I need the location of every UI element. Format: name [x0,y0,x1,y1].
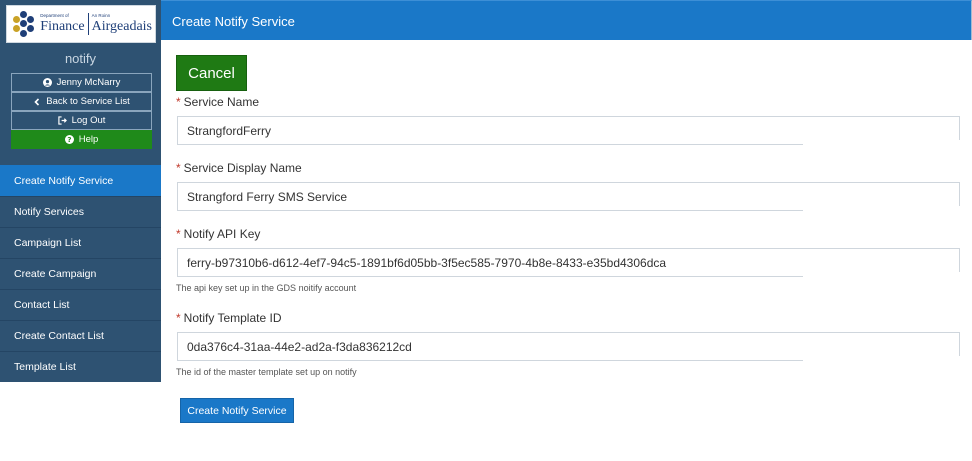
cancel-button[interactable]: Cancel [176,55,247,91]
template-id-hint: The id of the master template set up on … [176,367,357,377]
notify-api-key-label: * Notify API Key [176,227,261,241]
service-display-name-label: * Service Display Name [176,161,302,175]
api-key-hint: The api key set up in the GDS noitify ac… [176,283,357,293]
help-label: Help [78,134,99,145]
logo-english-big: Finance [40,19,85,34]
crest-icon [11,11,34,37]
app-name: notify [64,51,97,66]
sidebar: Department of Finance An Roinn Airgeadai… [0,0,161,382]
create-notify-service-button[interactable]: Create Notify Service [180,398,294,423]
required-marker: * [176,161,181,175]
app-root: Department of Finance An Roinn Airgeadai… [0,0,972,461]
nav-item-notify-services[interactable]: Notify Services [0,196,161,227]
sidebar-nav: Create Notify Service Notify Services Ca… [0,165,161,382]
service-name-label: * Service Name [176,95,260,109]
svg-text:?: ? [67,135,71,144]
notify-template-id-label: * Notify Template ID [176,311,282,325]
log-out-label: Log Out [71,115,106,126]
nav-item-create-notify-service[interactable]: Create Notify Service [0,165,161,196]
sign-out-icon [57,116,67,125]
page-title: Create Notify Service [172,14,295,29]
back-to-service-list-button[interactable]: Back to Service List [11,92,152,111]
user-button-label: Jenny McNarry [56,77,121,88]
user-circle-icon [42,78,52,87]
nav-item-create-campaign[interactable]: Create Campaign [0,258,161,289]
user-button[interactable]: Jenny McNarry [11,73,152,92]
required-marker: * [176,95,181,109]
page-header: Create Notify Service [161,0,972,40]
required-marker: * [176,311,181,325]
nav-item-campaign-list[interactable]: Campaign List [0,227,161,258]
logo-irish-big: Airgeadais [91,19,152,34]
nav-item-create-contact-list[interactable]: Create Contact List [0,320,161,351]
nav-item-template-list[interactable]: Template List [0,351,161,382]
nav-item-contact-list[interactable]: Contact List [0,289,161,320]
department-logo: Department of Finance An Roinn Airgeadai… [6,5,156,43]
log-out-button[interactable]: Log Out [11,111,152,130]
question-circle-icon: ? [64,135,74,144]
required-marker: * [176,227,181,241]
chevron-left-icon [34,97,40,106]
back-button-label: Back to Service List [46,96,130,107]
help-button[interactable]: ? Help [11,130,152,149]
